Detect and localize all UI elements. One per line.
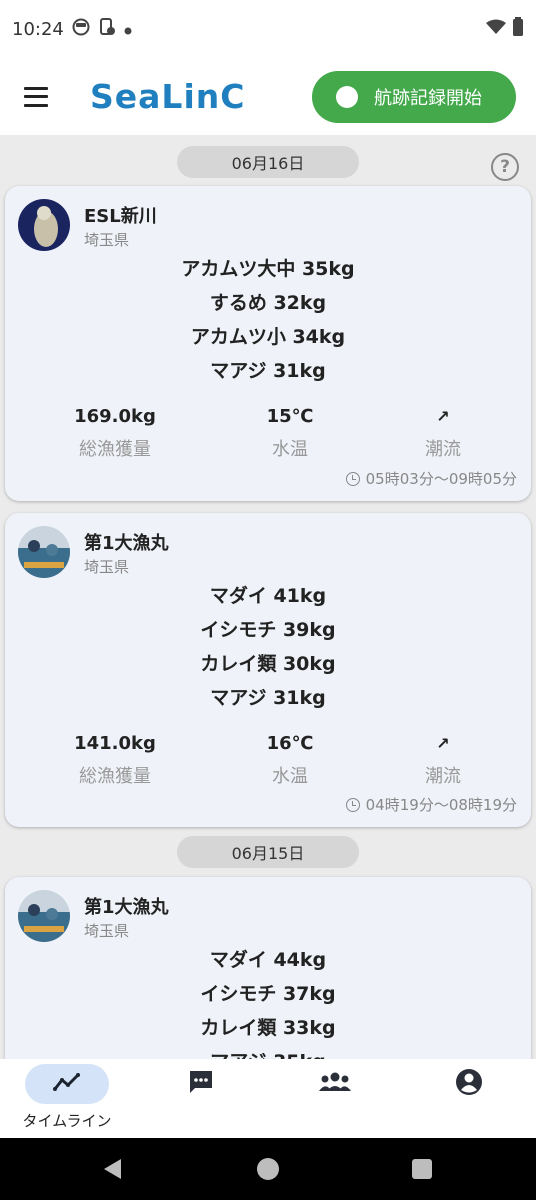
catch-item: するめ 32kg: [209, 292, 327, 314]
total-catch-value: 169.0kg: [74, 406, 156, 427]
catch-report-card[interactable]: ESL新川 埼玉県 アカムツ大中 35kg するめ 32kg アカムツ小 34k…: [5, 186, 531, 501]
date-header: 06月16日: [177, 146, 359, 178]
record-button-label: 航跡記録開始: [374, 87, 482, 109]
nav-tab-label: タイムライン: [22, 1112, 112, 1130]
current-direction-arrow-icon: ↗: [436, 734, 450, 753]
current-direction-arrow-icon: ↗: [436, 407, 450, 426]
prefecture: 埼玉県: [84, 558, 130, 576]
catch-item: アカムツ小 34kg: [190, 326, 346, 348]
notification-dot-icon: [124, 19, 132, 40]
catch-item: マアジ 31kg: [210, 687, 326, 709]
catch-item: カレイ類 33kg: [200, 1017, 336, 1039]
help-icon[interactable]: ?: [491, 153, 519, 181]
nav-tab-groups[interactable]: [268, 1059, 402, 1138]
face-icon: [72, 18, 90, 41]
catch-item: マダイ 44kg: [209, 949, 327, 971]
total-catch-stat: 169.0kg 総漁獲量: [35, 406, 195, 461]
current-label: 潮流: [425, 439, 461, 460]
account-icon: [455, 1068, 483, 1100]
catch-report-card[interactable]: 第1大漁丸 埼玉県 マダイ 44kg イシモチ 37kg カレイ類 33kg マ…: [5, 877, 531, 1059]
date-header: 06月15日: [177, 836, 359, 868]
app-bar: SeaLinC 航跡記録開始: [0, 58, 536, 135]
avatar: [18, 526, 70, 578]
status-time: 10:24: [12, 18, 64, 40]
nav-tab-chat[interactable]: [134, 1059, 268, 1138]
water-temp-label: 水温: [272, 439, 308, 460]
group-icon: [318, 1070, 352, 1098]
boat-name: 第1大漁丸: [84, 533, 169, 554]
catch-item: カレイ類 30kg: [200, 653, 336, 675]
water-temp-value: 16℃: [266, 733, 314, 754]
nav-tab-indicator: [25, 1064, 109, 1104]
time-range: 05時03分〜09時05分: [365, 470, 517, 488]
fishing-time: 05時03分〜09時05分: [345, 468, 517, 489]
fishing-time: 04時19分〜08時19分: [345, 794, 517, 815]
clock-icon: [345, 471, 360, 486]
prefecture: 埼玉県: [84, 922, 130, 940]
time-range: 04時19分〜08時19分: [365, 796, 517, 814]
total-catch-label: 総漁獲量: [79, 766, 151, 787]
status-bar: 10:24: [0, 0, 536, 58]
catch-item: イシモチ 39kg: [200, 619, 336, 641]
water-temp-value: 15℃: [266, 406, 314, 427]
total-catch-label: 総漁獲量: [79, 439, 151, 460]
battery-icon: [512, 16, 524, 42]
system-home-icon[interactable]: [257, 1158, 279, 1180]
boat-name: ESL新川: [84, 206, 157, 227]
current-label: 潮流: [425, 766, 461, 787]
system-recents-icon[interactable]: [412, 1159, 432, 1179]
timeline-icon: [53, 1072, 81, 1096]
chat-icon: [187, 1068, 215, 1100]
boat-name: 第1大漁丸: [84, 897, 169, 918]
catch-item: マダイ 41kg: [209, 585, 327, 607]
avatar: [18, 890, 70, 942]
water-temp-stat: 15℃ 水温: [210, 406, 370, 461]
system-back-icon[interactable]: [104, 1159, 121, 1179]
catch-item: アカムツ大中 35kg: [181, 258, 355, 280]
app-logo: SeaLinC: [90, 77, 246, 116]
catch-list: マダイ 44kg イシモチ 37kg カレイ類 33kg マアジ 35kg: [5, 943, 531, 1059]
record-toggle-knob: [336, 85, 358, 108]
prefecture: 埼玉県: [84, 231, 130, 249]
catch-item: マアジ 31kg: [210, 360, 326, 382]
total-catch-value: 141.0kg: [74, 733, 156, 754]
catch-report-card[interactable]: 第1大漁丸 埼玉県 マダイ 41kg イシモチ 39kg カレイ類 30kg マ…: [5, 513, 531, 827]
timeline-feed[interactable]: 06月16日 ? ESL新川 埼玉県 アカムツ大中 35kg するめ 32kg …: [0, 135, 536, 1059]
nav-tab-timeline[interactable]: タイムライン: [0, 1059, 134, 1138]
catch-item: マアジ 35kg: [5, 1045, 531, 1059]
water-temp-stat: 16℃ 水温: [210, 733, 370, 788]
wifi-icon: [486, 19, 506, 40]
nav-tab-account[interactable]: [402, 1059, 536, 1138]
water-temp-label: 水温: [272, 766, 308, 787]
hamburger-menu-icon[interactable]: [20, 85, 52, 109]
catch-list: マダイ 41kg イシモチ 39kg カレイ類 30kg マアジ 31kg: [5, 579, 531, 719]
avatar: [18, 199, 70, 251]
total-catch-stat: 141.0kg 総漁獲量: [35, 733, 195, 788]
system-navigation-bar: [0, 1138, 536, 1200]
bottom-navigation: タイムライン: [0, 1059, 536, 1138]
catch-item: イシモチ 37kg: [200, 983, 336, 1005]
clock-icon: [345, 797, 360, 812]
current-stat: ↗ 潮流: [363, 733, 523, 788]
current-stat: ↗ 潮流: [363, 406, 523, 461]
screen-rotate-icon: [98, 17, 116, 42]
catch-list: アカムツ大中 35kg するめ 32kg アカムツ小 34kg マアジ 31kg: [5, 252, 531, 392]
start-track-recording-button[interactable]: 航跡記録開始: [312, 70, 516, 123]
